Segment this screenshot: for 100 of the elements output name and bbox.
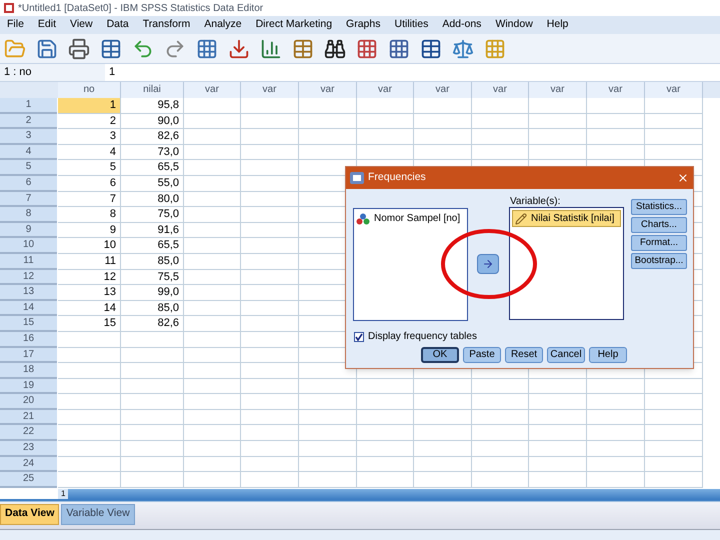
menu-item[interactable]: Edit	[30, 17, 64, 33]
variable-item[interactable]: Nomor Sampel [no]	[374, 211, 460, 226]
row-header[interactable]: 18	[0, 363, 57, 379]
menu-item[interactable]: View	[63, 17, 100, 33]
dialog-title: Frequencies	[368, 170, 427, 186]
row-header[interactable]: 20	[0, 394, 57, 410]
column-header[interactable]: nilai	[121, 82, 184, 98]
column-header[interactable]: var	[299, 82, 357, 98]
table-cell: 15	[58, 316, 121, 332]
column-header[interactable]: var	[241, 82, 299, 98]
target-variable-list[interactable]: Nilai Statistik [nilai]	[509, 207, 624, 320]
row-header[interactable]: 4	[0, 144, 57, 160]
source-variable-list[interactable]: Nomor Sampel [no]	[353, 208, 468, 321]
menu-item[interactable]: Direct Marketing	[248, 17, 340, 33]
variable-item[interactable]: Nilai Statistik [nilai]	[512, 210, 621, 227]
table-cell: 80,0	[121, 192, 184, 208]
row-header[interactable]: 9	[0, 222, 57, 238]
table-cell: 91,6	[121, 222, 184, 238]
row-header[interactable]: 5	[0, 160, 57, 176]
table-cell: 1	[58, 98, 121, 114]
table-cell: 10	[58, 238, 121, 254]
menu-item[interactable]: Analyze	[197, 17, 249, 33]
view-tab[interactable]: Variable View	[61, 504, 135, 525]
row-header[interactable]: 7	[0, 192, 57, 208]
table-cell: 82,6	[121, 129, 184, 145]
table-cell: 13	[58, 285, 121, 301]
table-cell: 65,5	[121, 160, 184, 176]
row-header[interactable]: 12	[0, 270, 57, 286]
table-cell: 11	[58, 254, 121, 270]
table-cell: 99,0	[121, 285, 184, 301]
row-header[interactable]: 19	[0, 378, 57, 394]
scroll-label: 1	[58, 488, 68, 499]
row-header[interactable]: 16	[0, 332, 57, 348]
row-header[interactable]: 13	[0, 285, 57, 301]
row-header[interactable]: 3	[0, 129, 57, 145]
table-cell: 14	[58, 300, 121, 316]
menu-item[interactable]: Add-ons	[435, 17, 488, 33]
table-cell: 85,0	[121, 254, 184, 270]
table-cell: 8	[58, 207, 121, 223]
dialog-button[interactable]: Paste	[463, 347, 501, 363]
column-header[interactable]: var	[472, 82, 529, 98]
table-cell: 3	[58, 129, 121, 145]
table-cell: 55,0	[121, 176, 184, 192]
table-cell: 90,0	[121, 114, 184, 130]
row-header[interactable]: 1	[0, 98, 57, 114]
row-header[interactable]: 11	[0, 254, 57, 270]
dialog-button[interactable]: Cancel	[547, 347, 585, 363]
row-header[interactable]: 8	[0, 207, 57, 223]
options-button[interactable]: Format...	[631, 235, 687, 251]
table-cell: 95,8	[121, 98, 184, 114]
checkbox-label: Display frequency tables	[368, 330, 477, 344]
menu-item[interactable]: File	[0, 17, 31, 33]
view-tab[interactable]: Data View	[0, 504, 60, 525]
row-header[interactable]: 10	[0, 238, 57, 254]
menu-item[interactable]: Help	[540, 17, 576, 33]
row-header[interactable]: 14	[0, 300, 57, 316]
menu-item[interactable]: Window	[488, 17, 540, 33]
column-header[interactable]: var	[357, 82, 414, 98]
table-cell: 7	[58, 192, 121, 208]
table-cell: 75,0	[121, 207, 184, 223]
cell-value-field[interactable]: 1	[105, 64, 116, 81]
row-header[interactable]: 22	[0, 425, 57, 442]
row-header[interactable]: 25	[0, 472, 57, 488]
table-cell: 5	[58, 160, 121, 176]
row-header[interactable]: 17	[0, 348, 57, 364]
row-header[interactable]: 6	[0, 176, 57, 192]
column-header[interactable]: var	[587, 82, 645, 98]
horizontal-scrollbar[interactable]: 1	[58, 488, 720, 499]
column-header[interactable]: var	[529, 82, 587, 98]
table-cell: 4	[58, 144, 121, 160]
table-cell: 6	[58, 176, 121, 192]
column-header[interactable]: var	[645, 82, 703, 98]
dialog-button[interactable]: Help	[589, 347, 627, 363]
row-header[interactable]: 24	[0, 456, 57, 472]
dialog-button[interactable]: Reset	[505, 347, 543, 363]
column-header[interactable]: no	[58, 82, 121, 98]
table-cell: 9	[58, 222, 121, 238]
row-header[interactable]: 15	[0, 316, 57, 332]
menu-item[interactable]: Transform	[136, 17, 198, 33]
menu-item[interactable]: Graphs	[339, 17, 388, 33]
row-header[interactable]: 2	[0, 114, 57, 130]
table-cell: 85,0	[121, 300, 184, 316]
table-cell: 75,5	[121, 270, 184, 286]
table-cell: 82,6	[121, 316, 184, 332]
menu-item[interactable]: Utilities	[387, 17, 436, 33]
table-cell: 73,0	[121, 144, 184, 160]
options-button[interactable]: Bootstrap...	[631, 253, 687, 269]
cell-reference: 1 : no	[0, 64, 105, 81]
column-header[interactable]: var	[414, 82, 472, 98]
table-cell: 65,5	[121, 238, 184, 254]
dialog-button[interactable]: OK	[421, 347, 459, 363]
options-button[interactable]: Charts...	[631, 217, 687, 233]
row-header[interactable]: 23	[0, 441, 57, 457]
column-header[interactable]: var	[184, 82, 241, 98]
options-button[interactable]: Statistics...	[631, 199, 687, 215]
row-header[interactable]: 21	[0, 410, 57, 426]
menu-item[interactable]: Data	[100, 17, 136, 33]
window-title: *Untitled1 [DataSet0] - IBM SPSS Statistics Data Editor	[18, 2, 264, 16]
table-cell: 12	[58, 270, 121, 286]
target-list-label: Variable(s):	[510, 195, 560, 209]
